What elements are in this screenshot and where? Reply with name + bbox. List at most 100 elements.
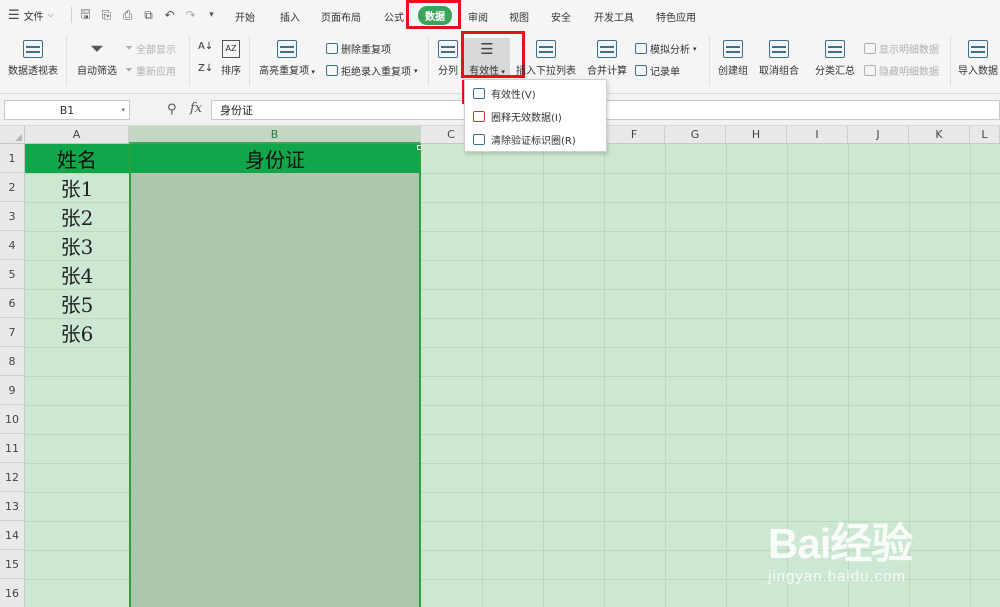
row-header[interactable]: 10 — [0, 405, 25, 434]
spreadsheet-grid[interactable]: A B C D E F G H I J K L 1 2 3 4 5 6 7 8 … — [0, 126, 1000, 607]
merge-calculate-button[interactable]: 合并计算 — [585, 40, 629, 77]
divider — [66, 36, 67, 86]
tab-review[interactable]: 审阅 — [468, 9, 488, 24]
tab-security[interactable]: 安全 — [551, 9, 571, 24]
auto-filter-button[interactable]: ⏷ 自动筛选 — [75, 40, 119, 77]
record-form-button[interactable]: 记录单 — [635, 63, 680, 78]
create-group-button[interactable]: 创建组 — [716, 40, 750, 77]
subtotal-button[interactable]: 分类汇总 — [813, 40, 857, 77]
row-header[interactable]: 14 — [0, 521, 25, 550]
validity-button[interactable]: ☰ 有效性 ▾ — [464, 40, 510, 77]
save-icon[interactable]: 🖫 — [75, 5, 96, 26]
ungroup-button[interactable]: 取消组合 — [756, 40, 802, 77]
customize-icon[interactable]: ▾ — [201, 10, 222, 20]
tab-formulas[interactable]: 公式 — [384, 9, 404, 24]
cell-a3[interactable]: 张2 — [25, 202, 129, 231]
cell-a4[interactable]: 张3 — [25, 231, 129, 260]
column-header-f[interactable]: F — [604, 126, 665, 144]
import-data-label: 导入数据 — [958, 66, 998, 77]
tab-developer[interactable]: 开发工具 — [594, 9, 634, 24]
sort-ascending-button[interactable]: A↓ — [198, 41, 213, 52]
what-if-analysis-button[interactable]: 模拟分析 ▾ — [635, 41, 697, 56]
import-data-button[interactable]: 导入数据 — [956, 40, 1000, 77]
function-icon[interactable]: fx — [190, 101, 202, 116]
divider — [950, 36, 951, 86]
insert-dropdown-list-button[interactable]: 插入下拉列表 — [515, 40, 577, 77]
column-header-a[interactable]: A — [25, 126, 129, 144]
hide-detail-button[interactable]: 隐藏明细数据 — [864, 63, 939, 78]
what-if-label: 模拟分析 — [650, 45, 690, 56]
reapply-button[interactable]: ⏷ 重新应用 — [125, 63, 176, 78]
reject-duplicates-icon — [326, 65, 338, 76]
row-header[interactable]: 9 — [0, 376, 25, 405]
selected-column-b[interactable] — [129, 144, 421, 607]
cell-a1[interactable]: 姓名 — [25, 144, 129, 173]
row-header[interactable]: 2 — [0, 173, 25, 202]
merge-calc-label: 合并计算 — [587, 66, 627, 77]
row-header[interactable]: 5 — [0, 260, 25, 289]
print-icon[interactable]: ⎙ — [117, 8, 138, 23]
remove-duplicates-button[interactable]: 删除重复项 — [326, 41, 391, 56]
reject-duplicates-label: 拒绝录入重复项 — [341, 67, 411, 78]
select-all-corner[interactable] — [0, 126, 25, 144]
hamburger-icon: ☰ — [8, 7, 20, 23]
column-header-g[interactable]: G — [665, 126, 726, 144]
auto-filter-label: 自动筛选 — [77, 66, 117, 77]
row-header[interactable]: 16 — [0, 579, 25, 607]
show-all-button[interactable]: ⏷ 全部显示 — [125, 41, 176, 56]
cell-a6[interactable]: 张5 — [25, 289, 129, 318]
column-header-j[interactable]: J — [848, 126, 909, 144]
export-pdf-icon[interactable]: ⎘ — [96, 8, 117, 23]
show-detail-icon — [864, 43, 876, 54]
column-header-l[interactable]: L — [970, 126, 1000, 144]
menu-item-clear-circles[interactable]: 清除验证标识圈(R) — [465, 128, 606, 150]
redo-icon[interactable]: ↷ — [180, 8, 201, 22]
cell-a2[interactable]: 张1 — [25, 173, 129, 202]
reject-duplicates-button[interactable]: 拒绝录入重复项 ▾ — [326, 63, 418, 78]
pivot-table-label: 数据透视表 — [8, 66, 58, 77]
sort-descending-button[interactable]: Z↓ — [198, 63, 213, 74]
row-header[interactable]: 7 — [0, 318, 25, 347]
row-header[interactable]: 11 — [0, 434, 25, 463]
row-header[interactable]: 3 — [0, 202, 25, 231]
sort-label: 排序 — [221, 66, 241, 77]
row-header[interactable]: 13 — [0, 492, 25, 521]
column-header-i[interactable]: I — [787, 126, 848, 144]
tab-data[interactable]: 数据 — [418, 6, 452, 25]
tab-insert[interactable]: 插入 — [280, 9, 300, 24]
zoom-icon[interactable]: ⚲ — [167, 102, 177, 117]
row-header[interactable]: 12 — [0, 463, 25, 492]
show-detail-button[interactable]: 显示明细数据 — [864, 41, 939, 56]
cell-a5[interactable]: 张4 — [25, 260, 129, 289]
row-header[interactable]: 4 — [0, 231, 25, 260]
column-header-h[interactable]: H — [726, 126, 787, 144]
row-header[interactable]: 6 — [0, 289, 25, 318]
undo-icon[interactable]: ↶ — [159, 8, 180, 22]
divider — [189, 36, 190, 86]
print-preview-icon[interactable]: ⧉ — [138, 8, 159, 23]
menu-item-circle-invalid[interactable]: 圈释无效数据(I) — [465, 105, 606, 127]
hide-detail-label: 隐藏明细数据 — [879, 67, 939, 78]
column-header-b[interactable]: B — [129, 126, 421, 144]
remove-duplicates-label: 删除重复项 — [341, 45, 391, 56]
show-all-label: 全部显示 — [136, 45, 176, 56]
row-header[interactable]: 15 — [0, 550, 25, 579]
chevron-down-icon[interactable]: ▾ — [121, 106, 125, 114]
file-menu[interactable]: ☰ 文件 ⌵ — [0, 0, 68, 30]
name-box[interactable]: B1 ▾ — [4, 100, 130, 120]
row-header[interactable]: 1 — [0, 144, 25, 173]
pivot-table-button[interactable]: 数据透视表 — [7, 40, 59, 77]
menu-item-validity[interactable]: 有效性(V) — [465, 82, 606, 104]
tab-view[interactable]: 视图 — [509, 9, 529, 24]
text-to-columns-button[interactable]: 分列 — [435, 40, 461, 77]
row-header[interactable]: 8 — [0, 347, 25, 376]
highlight-duplicates-button[interactable]: 高亮重复项 ▾ — [256, 40, 318, 77]
tab-home[interactable]: 开始 — [235, 9, 255, 24]
tab-page-layout[interactable]: 页面布局 — [321, 9, 361, 24]
column-header-k[interactable]: K — [909, 126, 970, 144]
cell-b1[interactable]: 身份证 — [131, 144, 419, 173]
tab-special[interactable]: 特色应用 — [656, 9, 696, 24]
cell-a7[interactable]: 张6 — [25, 318, 129, 347]
sort-button[interactable]: AZ 排序 — [219, 40, 243, 77]
fill-handle[interactable] — [417, 145, 422, 150]
